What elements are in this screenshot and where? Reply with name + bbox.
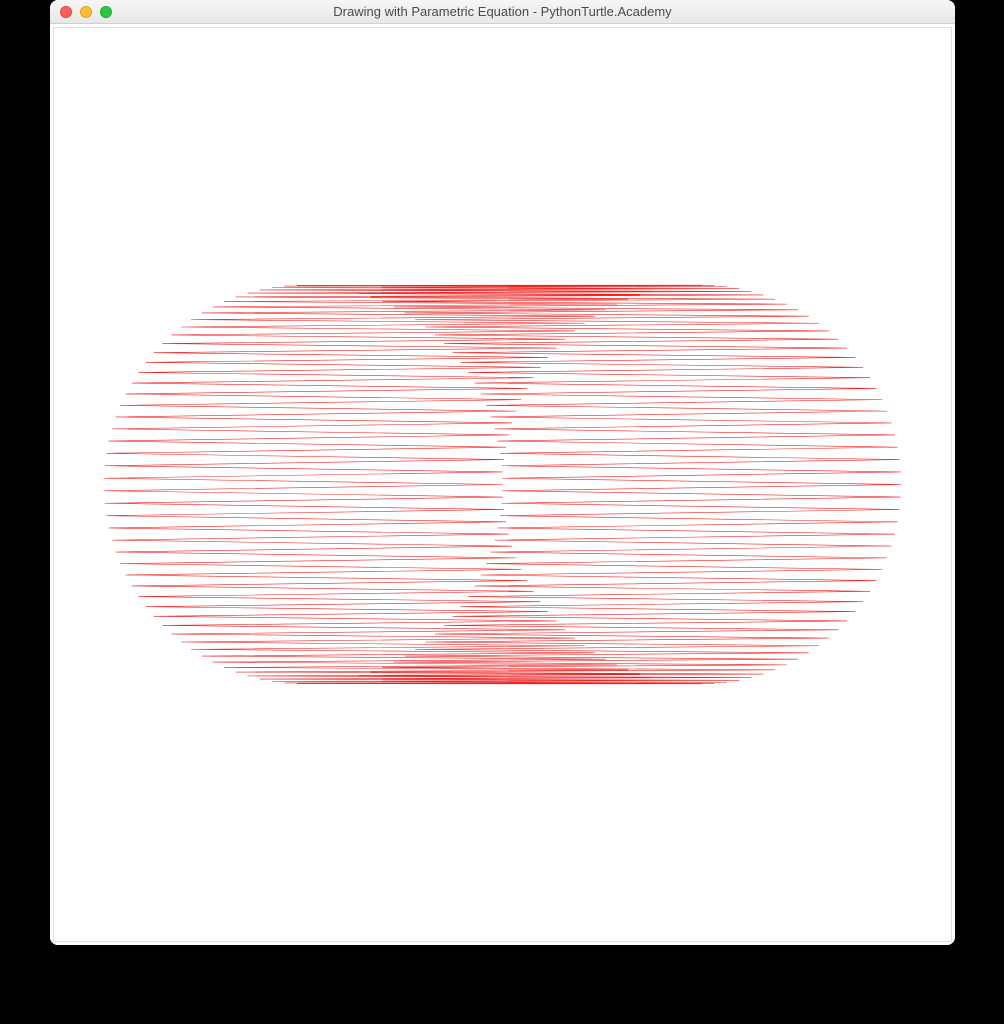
app-window: Drawing with Parametric Equation - Pytho… xyxy=(50,0,955,945)
window-controls xyxy=(50,6,112,18)
zoom-icon[interactable] xyxy=(100,6,112,18)
window-title: Drawing with Parametric Equation - Pytho… xyxy=(50,4,955,19)
titlebar[interactable]: Drawing with Parametric Equation - Pytho… xyxy=(50,0,955,24)
minimize-icon[interactable] xyxy=(80,6,92,18)
close-icon[interactable] xyxy=(60,6,72,18)
turtle-canvas-frame xyxy=(53,27,952,942)
parametric-drawing xyxy=(54,28,951,941)
canvas-area xyxy=(50,24,955,945)
